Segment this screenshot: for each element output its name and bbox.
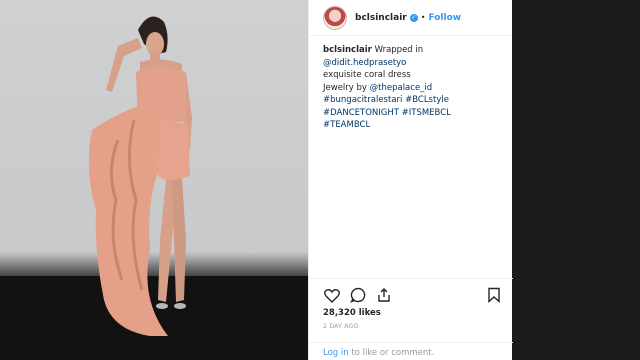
caption-text: Wrapped in [374, 45, 424, 55]
caption-author[interactable]: bclsinclair [323, 45, 372, 55]
share-icon[interactable] [375, 286, 393, 304]
heart-icon[interactable] [323, 286, 341, 304]
login-prompt: Log in to like or comment. [309, 342, 513, 358]
separator-dot: • [420, 13, 426, 22]
login-link[interactable]: Log in [323, 348, 349, 358]
post-modal: bclsinclair ✓ • Follow bclsinclair Wrapp… [0, 0, 640, 360]
woman-in-coral-dress-image [0, 16, 308, 360]
comment-icon[interactable] [349, 286, 367, 304]
mention-link[interactable]: @thepalace_id [370, 83, 433, 93]
likes-count[interactable]: 28,320 likes [323, 308, 381, 318]
post-photo[interactable] [0, 0, 308, 360]
caption-line: exquisite coral dress [323, 70, 411, 80]
divider [309, 278, 513, 279]
caption-line: Jewelry by [323, 82, 367, 93]
follow-button[interactable]: Follow [428, 13, 461, 23]
modal-backdrop[interactable] [512, 0, 640, 360]
post-header: bclsinclair ✓ • Follow [309, 0, 512, 36]
hashtag-link[interactable]: #bungacitralestari #BCLstyle [323, 95, 449, 105]
username[interactable]: bclsinclair [355, 13, 407, 23]
action-bar [323, 284, 503, 306]
caption: bclsinclair Wrapped in @didit.hedprasety… [309, 36, 512, 278]
bookmark-icon[interactable] [485, 286, 503, 304]
avatar[interactable] [323, 5, 347, 30]
login-suffix: to like or comment. [351, 348, 435, 358]
verified-icon: ✓ [409, 13, 418, 22]
mention-link[interactable]: @didit.hedprasetyo [323, 58, 406, 68]
hashtag-link[interactable]: #DANCETONIGHT #ITSMEBCL #TEAMBCL [323, 108, 451, 131]
timestamp: 2 DAY AGO [323, 323, 359, 330]
post-sidebar: bclsinclair ✓ • Follow bclsinclair Wrapp… [308, 0, 513, 360]
